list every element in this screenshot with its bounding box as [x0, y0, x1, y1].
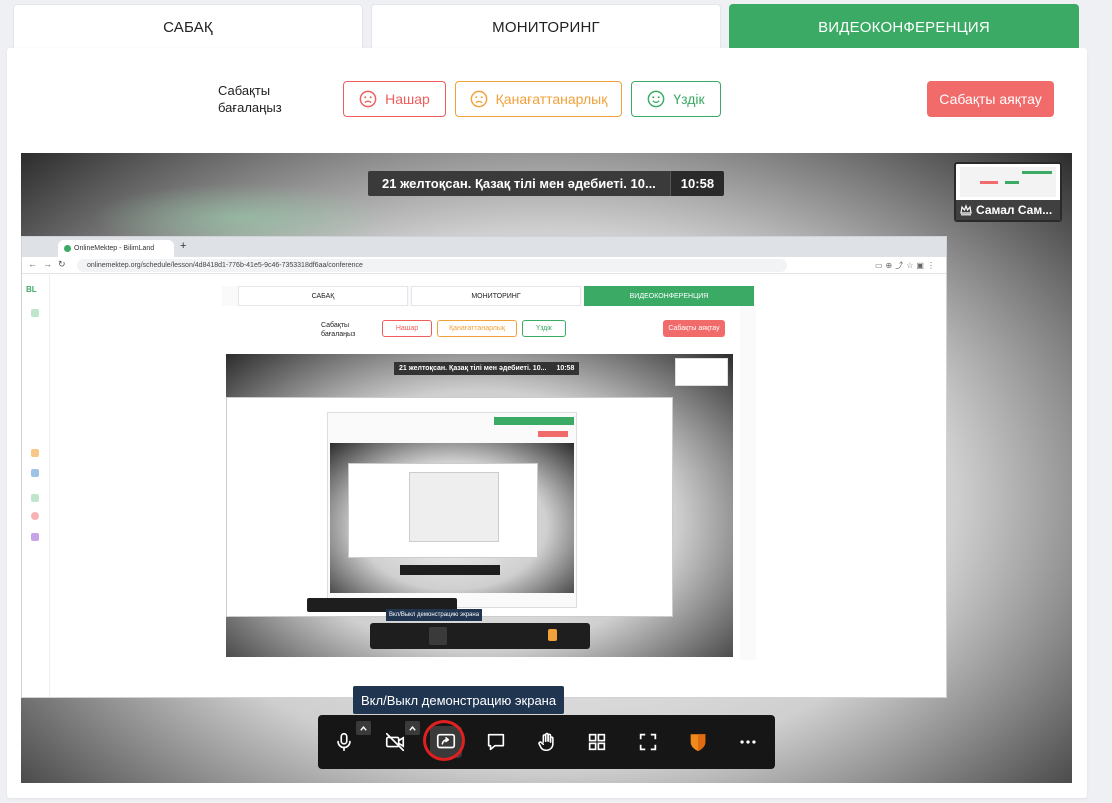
more-button[interactable] [732, 726, 764, 758]
sad-face-icon [359, 90, 377, 108]
app-logo: BL [26, 285, 37, 294]
deep-controls [400, 565, 500, 575]
meeting-title: 21 желтоқсан. Қазақ тілі мен әдебиеті. 1… [368, 171, 670, 196]
tab-monitoring[interactable]: МОНИТОРИНГ [371, 4, 721, 50]
apps-icon [31, 533, 39, 541]
fullscreen-button[interactable] [632, 726, 664, 758]
meeting-title-bar: 21 желтоқсан. Қазақ тілі мен әдебиеті. 1… [368, 171, 725, 196]
nested-title-text: 21 желтоқсан. Қазақ тілі мен әдебиеті. 1… [394, 362, 552, 375]
chevron-up-icon [409, 725, 416, 731]
browser-tab: OnlineMektep - BilimLand [58, 240, 174, 257]
conference-toolbar [318, 715, 775, 769]
tab-lesson[interactable]: САБАҚ [13, 4, 363, 50]
stats-icon [31, 469, 39, 477]
new-tab-icon: + [180, 240, 187, 252]
browser-url: onlinemektep.org/schedule/lesson/4d8418d… [77, 259, 787, 272]
nested-rate-good: Үздік [522, 320, 566, 337]
screen-share-tooltip: Вкл/Выкл демонстрацию экрана [353, 686, 565, 714]
nested-meeting-title: 21 желтоқсан. Қазақ тілі мен әдебиеті. 1… [394, 362, 580, 375]
shield-icon [690, 734, 706, 752]
nested-tab-lesson: САБАҚ [238, 286, 408, 306]
tasks-icon [31, 449, 39, 457]
camera-off-icon [385, 732, 405, 752]
rate-lesson-label: Сабақты бағалаңыз [218, 83, 282, 115]
tile-view-button[interactable] [581, 726, 613, 758]
mic-button[interactable] [328, 721, 371, 758]
deep-video [330, 443, 574, 593]
grid-view-icon [588, 733, 606, 751]
top-tabs: САБАҚ МОНИТОРИНГ ВИДЕОКОНФЕРЕНЦИЯ [13, 4, 1079, 50]
fullscreen-icon [639, 733, 657, 751]
neutral-face-icon [470, 90, 488, 108]
deeper-page [348, 463, 538, 558]
tab-videoconference[interactable]: ВИДЕОКОНФЕРЕНЦИЯ [729, 4, 1079, 50]
meeting-timer: 10:58 [669, 171, 725, 196]
nested-end-button: Сабақты аяқтау [663, 320, 725, 337]
camera-options-caret[interactable] [405, 721, 420, 735]
deepest-page [409, 472, 499, 542]
participant-name: Самал Сам... [976, 203, 1053, 217]
thumbnail-preview [960, 167, 1056, 197]
nested-page: САБАҚ МОНИТОРИНГ ВИДЕОКОНФЕРЕНЦИЯ Сабақт… [222, 286, 756, 660]
favicon-icon [64, 245, 71, 252]
conference-panel: Сабақты бағалаңыз Нашар Қанағаттанарлық … [7, 48, 1087, 798]
help-icon [31, 512, 39, 520]
nested-rate-ok: Қанағаттанарлық [437, 320, 517, 337]
rate-ok-button[interactable]: Қанағаттанарлық [455, 81, 622, 117]
rate-bad-label: Нашар [385, 91, 430, 107]
end-lesson-button[interactable]: Сабақты аяқтау [927, 81, 1054, 117]
nested-rate-bad: Нашар [382, 320, 432, 337]
rate-bad-button[interactable]: Нашар [343, 81, 446, 117]
browser-nav-icons: ←→↻ [28, 259, 72, 269]
rate-good-label: Үздік [673, 91, 705, 107]
shared-screen: OnlineMektep - BilimLand + ←→↻ onlinemek… [21, 236, 947, 698]
participant-name-tag: Самал Сам... [956, 200, 1060, 220]
security-button[interactable] [682, 726, 714, 758]
mic-options-caret[interactable] [356, 721, 371, 735]
nested-tooltip: Вкл/Выкл демонстрацию экрана [386, 609, 483, 621]
app-sidebar: BL [22, 275, 50, 697]
deep-end [538, 431, 568, 437]
chevron-up-icon [360, 725, 367, 731]
browser-tabstrip: OnlineMektep - BilimLand + [22, 237, 946, 257]
screen-icon [31, 309, 39, 317]
nested-control-bar [370, 623, 590, 649]
participant-thumbnail[interactable]: Самал Сам... [954, 162, 1062, 222]
browser-toolbar-icons: ▭⊕⤴☆▣⋮ [875, 261, 938, 270]
deep-page [327, 412, 577, 608]
chat-icon [487, 733, 505, 751]
nested-rate-label: Сабақты бағалаңыз [321, 322, 356, 338]
chat-button[interactable] [480, 726, 512, 758]
video-stage: 21 желтоқсан. Қазақ тілі мен әдебиеті. 1… [21, 153, 1072, 783]
raise-hand-button[interactable] [531, 726, 563, 758]
calendar-icon [31, 494, 39, 502]
happy-face-icon [647, 90, 665, 108]
browser-tab-title: OnlineMektep - BilimLand [74, 245, 155, 252]
browser-toolbar: ←→↻ onlinemektep.org/schedule/lesson/4d8… [22, 257, 946, 274]
camera-button[interactable] [379, 721, 420, 758]
nested-thumbnail [675, 358, 728, 386]
raise-hand-icon [538, 732, 554, 752]
rate-good-button[interactable]: Үздік [631, 81, 721, 117]
nested-video: 21 желтоқсан. Қазақ тілі мен әдебиеті. 1… [226, 354, 733, 657]
more-icon [740, 740, 756, 744]
nested-tab-videoconference: ВИДЕОКОНФЕРЕНЦИЯ [584, 286, 754, 306]
deep-tab [494, 417, 574, 425]
nested-title-time: 10:58 [551, 362, 580, 375]
crown-icon [960, 204, 972, 216]
nested-shared-screen [226, 397, 673, 617]
nested-panel: Сабақты бағалаңыз Нашар Қанағаттанарлық … [222, 306, 740, 660]
rate-ok-label: Қанағаттанарлық [495, 91, 608, 107]
microphone-icon [337, 732, 351, 752]
nested-tab-monitoring: МОНИТОРИНГ [411, 286, 581, 306]
highlight-circle [423, 720, 465, 761]
